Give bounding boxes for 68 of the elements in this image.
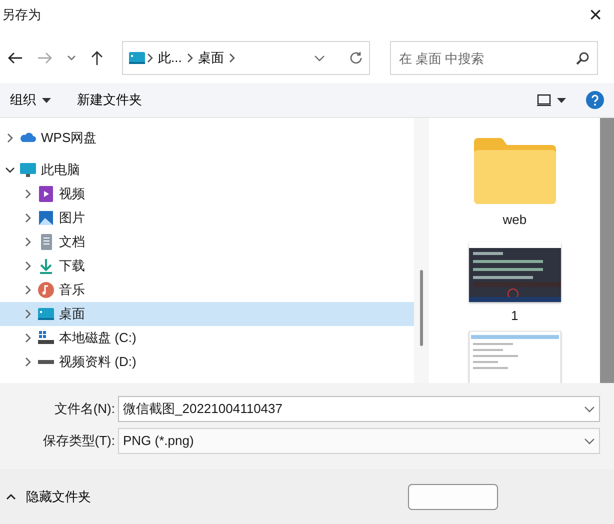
- chevron-right-icon: [5, 133, 15, 143]
- chevron-right-icon: [23, 357, 33, 367]
- view-icon: [537, 94, 551, 106]
- help-icon: [586, 91, 604, 109]
- chevron-right-icon: [23, 309, 33, 319]
- chevron-right-icon: [23, 189, 33, 199]
- drive-icon: [38, 360, 54, 364]
- chevron-right-icon: [23, 261, 33, 271]
- address-bar[interactable]: 此... 桌面: [122, 41, 370, 75]
- help-button[interactable]: [586, 91, 604, 109]
- window-title: 另存为: [2, 6, 41, 24]
- document-icon: [38, 234, 54, 250]
- chevron-right-icon: [184, 53, 195, 63]
- file-name-field[interactable]: 微信截图_20221004110437: [118, 396, 600, 422]
- view-button[interactable]: [537, 94, 566, 106]
- field-label: 文件名(N):: [53, 400, 116, 418]
- chevron-down-icon: [584, 438, 595, 444]
- chevron-right-icon: [23, 213, 33, 223]
- chevron-right-icon: [23, 285, 33, 295]
- tree-item[interactable]: 音乐: [0, 278, 414, 302]
- search-field[interactable]: 在 桌面 中搜索: [390, 41, 598, 75]
- caret-icon: [557, 98, 566, 102]
- desktop-icon: [38, 306, 54, 322]
- chevron-down-icon[interactable]: [314, 54, 325, 62]
- chevron-down-icon: [66, 55, 76, 61]
- scrollbar-thumb[interactable]: [420, 270, 424, 346]
- tree-item[interactable]: 桌面: [0, 302, 414, 326]
- chevron-right-icon: [23, 237, 33, 247]
- file-type-dropdown[interactable]: PNG (*.png): [118, 428, 600, 454]
- desktop-icon: [129, 52, 145, 64]
- tree-item[interactable]: 视频: [0, 182, 414, 206]
- music-icon: [38, 282, 54, 298]
- tree-item[interactable]: 文档: [0, 230, 414, 254]
- scrollbar[interactable]: [414, 118, 430, 383]
- toolbar-button[interactable]: 组织: [10, 90, 51, 110]
- chevron-right-icon: [23, 333, 33, 343]
- up-arrow-icon: [90, 50, 104, 66]
- tree-item[interactable]: 图片: [0, 206, 414, 230]
- download-icon: [38, 258, 54, 274]
- file-name: web: [502, 211, 527, 229]
- chevron-up-icon: [6, 493, 16, 500]
- refresh-icon[interactable]: [349, 51, 363, 65]
- file-name: 1: [511, 306, 518, 324]
- tree-item[interactable]: 本地磁盘 (C:): [0, 326, 414, 350]
- field-label: 保存类型(T):: [42, 432, 116, 450]
- search-icon: [576, 52, 589, 65]
- close-button[interactable]: ×: [583, 4, 608, 26]
- chevron-right-icon: [226, 53, 237, 63]
- monitor-icon: [20, 162, 36, 178]
- tree-item[interactable]: 此电脑: [0, 158, 414, 182]
- breadcrumb-item[interactable]: 桌面: [194, 48, 227, 68]
- back-arrow-icon: [7, 51, 23, 65]
- chevron-down-icon: [5, 165, 15, 175]
- drive-icon: [38, 330, 54, 346]
- video-icon: [38, 186, 54, 202]
- picture-icon: [38, 210, 54, 226]
- forward-arrow-icon: [37, 51, 53, 65]
- folder-icon: [472, 136, 558, 206]
- tree-item[interactable]: WPS网盘: [0, 126, 414, 150]
- dialog-button[interactable]: [408, 484, 498, 510]
- chevron-right-icon: [145, 53, 155, 63]
- caret-icon: [42, 98, 51, 102]
- breadcrumb-item[interactable]: 此...: [155, 48, 185, 68]
- hide-folders-toggle[interactable]: 隐藏文件夹: [6, 486, 91, 506]
- tree-item[interactable]: 视频资料 (D:): [0, 350, 414, 374]
- toolbar-button[interactable]: 新建文件夹: [77, 90, 142, 110]
- chevron-down-icon: [584, 406, 595, 412]
- tree-item[interactable]: 下载: [0, 254, 414, 278]
